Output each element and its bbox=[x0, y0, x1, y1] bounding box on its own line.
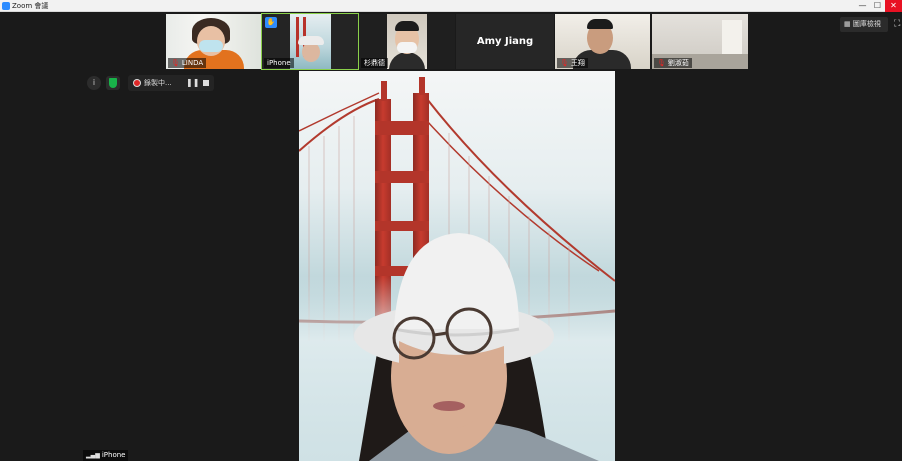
active-speaker-video bbox=[299, 71, 615, 461]
participant-tile[interactable]: 🎙 劉淑茹 bbox=[652, 14, 748, 69]
window-title: Zoom 會議 bbox=[12, 2, 49, 10]
mic-muted-icon: 🎙 bbox=[560, 59, 569, 67]
meeting-info-icon[interactable]: i bbox=[87, 76, 101, 90]
fullscreen-icon[interactable]: ⛶ bbox=[894, 19, 900, 29]
participant-tile[interactable]: 🎙 LINDA bbox=[166, 14, 261, 69]
gallery-view-button[interactable]: ▦ 圖庫檢視 bbox=[840, 17, 888, 32]
minimize-button[interactable]: — bbox=[855, 0, 870, 12]
participant-name: 杉鼎德 bbox=[364, 59, 385, 67]
encryption-shield-icon[interactable] bbox=[106, 76, 120, 90]
window-titlebar: Zoom 會議 — ☐ ✕ bbox=[0, 0, 902, 12]
grid-icon: ▦ bbox=[844, 20, 853, 28]
participant-name-placeholder: Amy Jiang bbox=[476, 36, 534, 47]
participant-name: LINDA bbox=[181, 59, 204, 67]
participant-tile-active[interactable]: ✋ iPhone bbox=[261, 13, 359, 70]
participant-tile[interactable]: Amy Jiang bbox=[456, 14, 554, 69]
maximize-button[interactable]: ☐ bbox=[870, 0, 885, 12]
mic-muted-icon: 🎙 bbox=[657, 59, 666, 67]
close-button[interactable]: ✕ bbox=[885, 0, 902, 12]
record-icon bbox=[133, 79, 141, 87]
participant-video bbox=[387, 14, 427, 69]
recording-indicator: 錄製中... ❚❚ bbox=[128, 75, 214, 91]
participant-video bbox=[290, 14, 331, 69]
face-mask bbox=[199, 40, 223, 52]
pause-recording-button[interactable]: ❚❚ bbox=[186, 75, 199, 91]
raise-hand-icon: ✋ bbox=[265, 17, 277, 28]
participant-name: 王翔 bbox=[570, 59, 585, 67]
stop-recording-button[interactable] bbox=[203, 80, 209, 86]
participant-tile[interactable]: 杉鼎德 bbox=[359, 14, 455, 69]
hat bbox=[298, 36, 324, 45]
mic-muted-icon: 🎙 bbox=[171, 59, 180, 67]
zoom-app-icon bbox=[2, 2, 10, 10]
speaker-name-label: ▂▄▆ iPhone bbox=[83, 450, 129, 461]
recording-label: 錄製中... bbox=[144, 79, 172, 87]
speaker-person bbox=[354, 233, 599, 461]
signal-strength-icon: ▂▄▆ bbox=[86, 452, 100, 459]
participant-tile[interactable]: 🎙 王翔 bbox=[555, 14, 650, 69]
participant-name: iPhone bbox=[267, 59, 291, 67]
speaker-name: iPhone bbox=[101, 451, 126, 459]
face-mask bbox=[397, 42, 417, 53]
participant-name: 劉淑茹 bbox=[667, 59, 689, 67]
gallery-view-label: 圖庫檢視 bbox=[852, 20, 881, 28]
